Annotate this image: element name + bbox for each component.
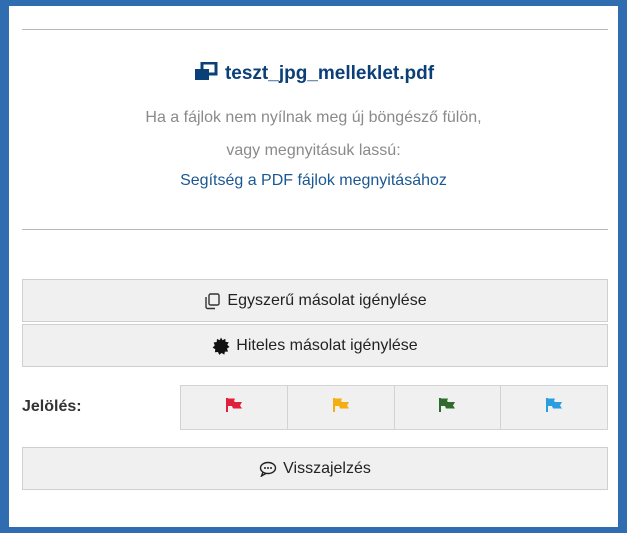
flag-yellow-button[interactable] bbox=[287, 386, 395, 429]
blue-flag-icon bbox=[545, 397, 563, 418]
flag-blue-button[interactable] bbox=[501, 386, 607, 429]
divider-middle bbox=[22, 229, 608, 230]
flag-selector bbox=[180, 385, 608, 430]
yellow-flag-icon bbox=[332, 397, 350, 418]
feedback-label: Visszajelzés bbox=[283, 459, 371, 477]
file-link[interactable]: teszt_jpg_melleklet.pdf bbox=[0, 61, 627, 88]
divider-top bbox=[22, 29, 608, 30]
certified-copy-label: Hiteles másolat igénylése bbox=[236, 336, 418, 354]
chat-bubble-icon bbox=[259, 461, 277, 477]
hint-line-2: vagy megnyitásuk lassú: bbox=[226, 142, 401, 159]
pdf-help-link[interactable]: Segítség a PDF fájlok megnyitásához bbox=[0, 172, 627, 190]
hint-line-1: Ha a fájlok nem nyílnak meg új böngésző … bbox=[145, 109, 482, 126]
simple-copy-button[interactable]: Egyszerű másolat igénylése bbox=[22, 279, 608, 322]
certified-copy-button[interactable]: Hiteles másolat igénylése bbox=[22, 324, 608, 367]
green-flag-icon bbox=[438, 397, 456, 418]
flag-green-button[interactable] bbox=[394, 386, 502, 429]
file-name: teszt_jpg_melleklet.pdf bbox=[224, 63, 435, 84]
marking-label: Jelölés: bbox=[22, 398, 82, 415]
seal-icon bbox=[212, 337, 230, 355]
copy-icon bbox=[203, 292, 221, 310]
red-flag-icon bbox=[225, 397, 243, 418]
external-window-icon bbox=[193, 61, 219, 88]
flag-red-button[interactable] bbox=[181, 386, 288, 429]
feedback-button[interactable]: Visszajelzés bbox=[22, 447, 608, 490]
simple-copy-label: Egyszerű másolat igénylése bbox=[227, 291, 427, 309]
